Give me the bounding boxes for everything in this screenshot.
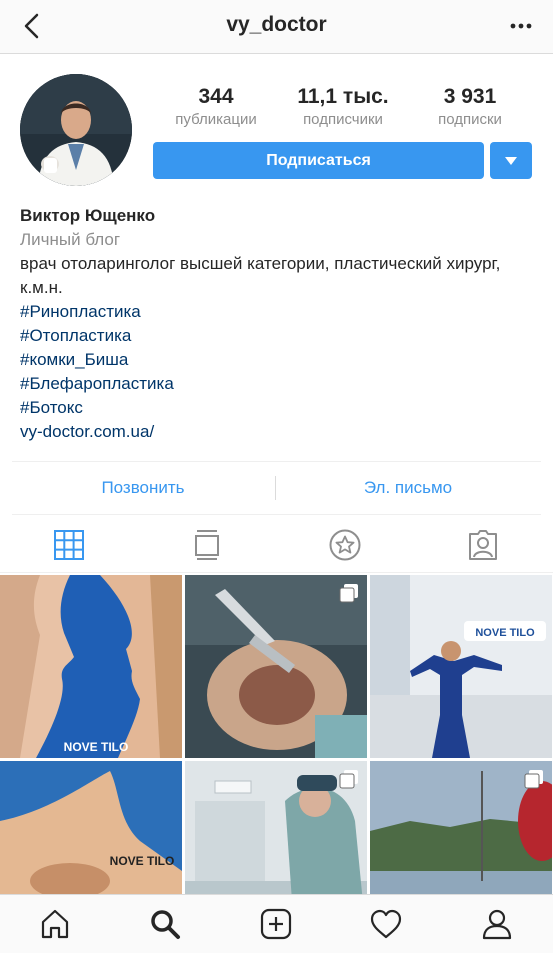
bio-text: врач отоларинголог высшей категории, пла…	[20, 254, 501, 297]
hashtag-link[interactable]: #Ботокс	[20, 396, 535, 420]
email-button[interactable]: Эл. письмо	[277, 462, 539, 514]
nav-search[interactable]	[110, 895, 220, 953]
post-image: NOVE TILO	[0, 761, 182, 895]
bio-category: Личный блог	[20, 230, 121, 249]
tab-grid[interactable]	[0, 516, 138, 573]
stat-following[interactable]: 3 931 подписки	[407, 84, 533, 130]
call-button[interactable]: Позвонить	[12, 462, 274, 514]
suggestions-dropdown-button[interactable]	[490, 142, 532, 179]
contact-row: Позвонить Эл. письмо	[12, 461, 541, 515]
nav-profile[interactable]	[442, 895, 552, 953]
website-link[interactable]: vy-doctor.com.ua/	[20, 420, 535, 444]
tab-tagged[interactable]	[414, 516, 552, 573]
avatar[interactable]	[20, 74, 132, 186]
post-thumbnail[interactable]	[370, 761, 552, 895]
stat-posts[interactable]: 344 публикации	[153, 84, 279, 130]
stat-posts-number: 344	[198, 85, 234, 108]
hashtag-link[interactable]: #Блефаропластика	[20, 372, 535, 396]
post-thumbnail[interactable]	[185, 761, 367, 895]
avatar-image	[20, 74, 132, 186]
bottom-nav	[0, 894, 553, 953]
nav-new-post[interactable]	[221, 895, 331, 953]
post-thumbnail[interactable]: NOVE TILO	[0, 575, 182, 758]
hashtag-link[interactable]: #Ринопластика	[20, 300, 535, 324]
page-title: vy_doctor	[226, 13, 327, 36]
heart-icon	[370, 909, 402, 939]
hashtag-link[interactable]: #комки_Биша	[20, 348, 535, 372]
post-image: NOVE TILO	[370, 575, 552, 758]
stat-followers-number: 11,1 тыс.	[297, 85, 389, 108]
stat-following-number: 3 931	[443, 85, 497, 108]
stat-posts-label: публикации	[175, 111, 257, 128]
top-bar: vy_doctor	[0, 0, 553, 54]
stat-following-label: подписки	[438, 111, 502, 128]
multiple-posts-icon	[339, 584, 358, 603]
profile-tabs	[0, 516, 553, 573]
nav-home[interactable]	[0, 895, 110, 953]
nav-activity[interactable]	[331, 895, 441, 953]
stat-followers-label: подписчики	[303, 111, 383, 128]
post-image: NOVE TILO	[0, 575, 182, 758]
feed-icon	[195, 529, 219, 560]
tab-saved[interactable]	[276, 516, 414, 573]
multiple-posts-icon	[524, 770, 543, 789]
add-icon	[260, 908, 292, 940]
bio: Виктор Ющенко Личный блог врач отоларинг…	[20, 204, 535, 444]
bio-name: Виктор Ющенко	[20, 206, 156, 225]
hashtag-link[interactable]: #Отопластика	[20, 324, 535, 348]
clinic-sign-text: NOVE TILO	[475, 627, 535, 639]
posts-grid: NOVE TILO NOVE TILO NOVE TILO	[0, 575, 553, 895]
search-icon	[151, 910, 180, 939]
more-options-button[interactable]	[503, 10, 539, 42]
profile-icon	[482, 909, 512, 940]
multiple-posts-icon	[339, 770, 358, 789]
watermark-text: NOVE TILO	[110, 854, 175, 868]
post-thumbnail[interactable]: NOVE TILO	[0, 761, 182, 895]
home-icon	[41, 909, 69, 939]
profile-stats: 344 публикации 11,1 тыс. подписчики 3 93…	[153, 84, 533, 132]
stat-followers[interactable]: 11,1 тыс. подписчики	[280, 84, 406, 130]
watermark-text: NOVE TILO	[64, 740, 129, 754]
caret-down-icon	[505, 156, 517, 165]
post-thumbnail[interactable]: NOVE TILO	[370, 575, 552, 758]
tab-feed[interactable]	[138, 516, 276, 573]
post-thumbnail[interactable]	[185, 575, 367, 758]
follow-button[interactable]: Подписаться	[153, 142, 484, 179]
star-icon	[329, 529, 361, 560]
grid-icon	[54, 529, 84, 560]
tagged-person-icon	[469, 529, 497, 560]
more-icon	[510, 23, 532, 29]
contact-divider	[275, 476, 276, 500]
